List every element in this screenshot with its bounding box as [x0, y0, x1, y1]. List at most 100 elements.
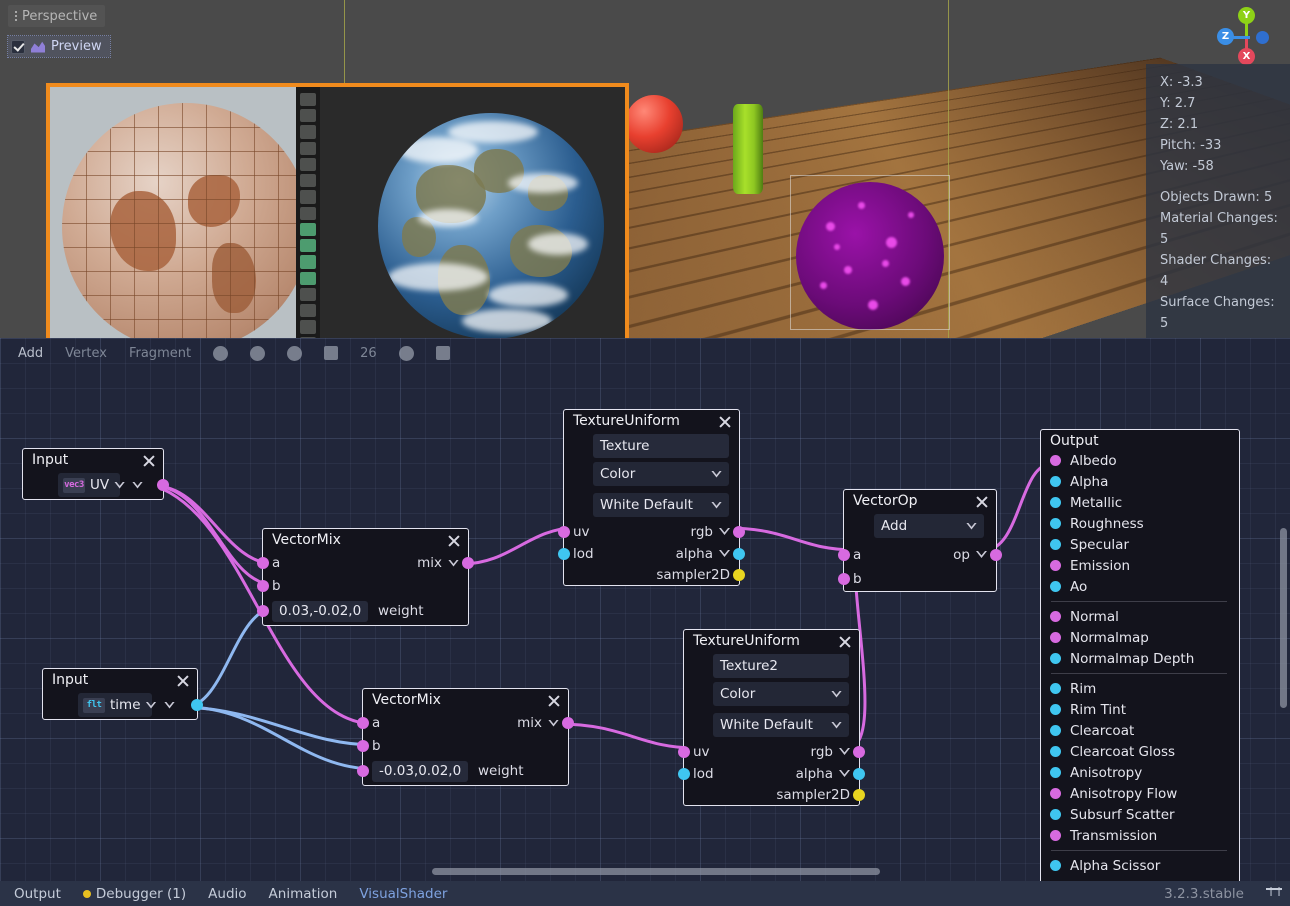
output-expand-icon[interactable] [719, 528, 730, 535]
input-port-uv[interactable] [678, 746, 690, 758]
output-port-uv[interactable] [157, 479, 169, 491]
green-cylinder-object[interactable] [733, 104, 763, 194]
node-vectormix-1[interactable]: VectorMix a mix b 0.03,-0.02,0 weight [262, 528, 469, 626]
node-row-sampler[interactable]: sampler2D [684, 784, 859, 805]
node-texture-uniform-1[interactable]: TextureUniform Texture Color White Defau… [563, 409, 740, 586]
input-port-weight[interactable] [257, 605, 269, 617]
input-port-dot[interactable] [1050, 788, 1061, 799]
panel-tab-animation[interactable]: Animation [269, 886, 338, 902]
input-port-dot[interactable] [1050, 560, 1061, 571]
preview-tool-icon[interactable] [300, 239, 316, 252]
chevron-down-icon[interactable] [114, 482, 125, 489]
node-vector-op[interactable]: VectorOp Add a op b [843, 489, 997, 592]
preview-tool-icon[interactable] [300, 93, 316, 106]
node-row-b[interactable]: b [844, 567, 996, 591]
chevron-down-icon[interactable] [146, 702, 157, 709]
node-row-b[interactable]: b [363, 735, 568, 757]
input-port-dot[interactable] [1050, 683, 1061, 694]
snap-grid-icon[interactable] [399, 346, 414, 361]
output-port-row[interactable]: Metallic [1041, 492, 1239, 513]
node-row-a[interactable]: a mix [363, 711, 568, 735]
graph-toolbar[interactable]: Add Vertex Fragment 26 [0, 338, 1290, 368]
output-expand-icon[interactable] [839, 770, 850, 777]
node-title-bar[interactable]: Output [1041, 430, 1239, 450]
weight-value-field[interactable]: 0.03,-0.02,0 [272, 601, 368, 622]
preview-tool-icon[interactable] [300, 109, 316, 122]
texture-type-select[interactable]: Color [713, 682, 849, 706]
vertical-scrollbar-thumb[interactable] [1280, 528, 1287, 708]
panel-tab-visualshader[interactable]: VisualShader [359, 886, 447, 902]
output-expand-icon[interactable] [839, 748, 850, 755]
output-port-row[interactable]: Ao [1041, 576, 1239, 597]
node-row-lod[interactable]: lod alpha [684, 763, 859, 784]
node-input-time[interactable]: Input flt time [42, 668, 198, 720]
horizontal-scrollbar-thumb[interactable] [432, 868, 880, 875]
preview-tool-icon[interactable] [300, 207, 316, 220]
node-row-input-select[interactable]: vec3 UV [23, 471, 163, 499]
node-texture-uniform-2[interactable]: TextureUniform Texture2 Color White Defa… [683, 629, 860, 806]
preview-tool-icon[interactable] [300, 174, 316, 187]
input-port-a[interactable] [257, 557, 269, 569]
output-port-time[interactable] [191, 699, 203, 711]
input-port-lod[interactable] [558, 548, 570, 560]
uniform-name-field[interactable]: Texture2 [713, 654, 849, 678]
node-row-input-select[interactable]: flt time [43, 691, 197, 719]
close-icon[interactable] [546, 693, 561, 708]
panel-tab-debugger[interactable]: Debugger (1) [83, 886, 186, 902]
preview-tool-icon[interactable] [300, 272, 316, 285]
output-port-row[interactable]: Anisotropy [1041, 762, 1239, 783]
bottom-status-bar[interactable]: Output Debugger (1) Audio Animation Visu… [0, 881, 1290, 906]
node-title-bar[interactable]: TextureUniform [684, 630, 859, 652]
node-row-lod[interactable]: lod alpha [564, 543, 739, 564]
chevron-down-icon[interactable] [831, 691, 842, 698]
input-port-dot[interactable] [1050, 746, 1061, 757]
input-port-b[interactable] [257, 580, 269, 592]
input-port-dot[interactable] [1050, 653, 1061, 664]
negative-z-axis-handle[interactable] [1256, 31, 1269, 44]
output-expand-icon[interactable] [164, 702, 175, 709]
node-input-uv[interactable]: Input vec3 UV [22, 448, 164, 500]
output-port-op[interactable] [990, 549, 1002, 561]
close-icon[interactable] [141, 453, 156, 468]
output-port-sampler2d[interactable] [733, 569, 745, 581]
horizontal-scrollbar-track[interactable] [0, 871, 1290, 878]
input-port-weight[interactable] [357, 765, 369, 777]
input-port-lod[interactable] [678, 768, 690, 780]
input-port-dot[interactable] [1050, 767, 1061, 778]
output-port-row[interactable]: Clearcoat [1041, 720, 1239, 741]
output-expand-icon[interactable] [548, 720, 559, 727]
output-port-row[interactable]: Rim [1041, 678, 1239, 699]
output-port-row[interactable]: Alpha [1041, 471, 1239, 492]
chevron-down-icon[interactable] [711, 502, 722, 509]
node-title-bar[interactable]: TextureUniform [564, 410, 739, 432]
color-default-select[interactable]: White Default [593, 493, 729, 517]
output-expand-icon[interactable] [719, 550, 730, 557]
close-icon[interactable] [974, 494, 989, 509]
node-row-a[interactable]: a mix [263, 551, 468, 575]
color-default-select[interactable]: White Default [713, 713, 849, 737]
output-port-row[interactable]: Roughness [1041, 513, 1239, 534]
output-port-alpha[interactable] [733, 548, 745, 560]
visual-shader-graph[interactable]: Add Vertex Fragment 26 [0, 338, 1290, 881]
output-port-row[interactable]: Clearcoat Gloss [1041, 741, 1239, 762]
input-port-dot[interactable] [1050, 725, 1061, 736]
close-icon[interactable] [837, 634, 852, 649]
zoom-reset-icon[interactable] [287, 346, 302, 361]
node-row-b[interactable]: b [263, 575, 468, 597]
output-port-mix[interactable] [562, 717, 574, 729]
output-port-row[interactable]: Normalmap Depth [1041, 648, 1239, 669]
shader-preview-window[interactable] [46, 83, 629, 370]
output-port-alpha[interactable] [853, 768, 865, 780]
node-title-bar[interactable]: Input [43, 669, 197, 691]
input-port-uv[interactable] [558, 526, 570, 538]
output-port-row[interactable]: Albedo [1041, 450, 1239, 471]
output-port-mix[interactable] [462, 557, 474, 569]
expand-bottom-panel-icon[interactable] [1266, 887, 1282, 901]
close-icon[interactable] [717, 414, 732, 429]
close-icon[interactable] [175, 673, 190, 688]
preview-tool-strip[interactable] [296, 87, 320, 366]
input-port-a[interactable] [838, 549, 850, 561]
output-port-row[interactable]: Transmission [1041, 825, 1239, 846]
input-port-dot[interactable] [1050, 497, 1061, 508]
red-sphere-object[interactable] [625, 95, 683, 153]
